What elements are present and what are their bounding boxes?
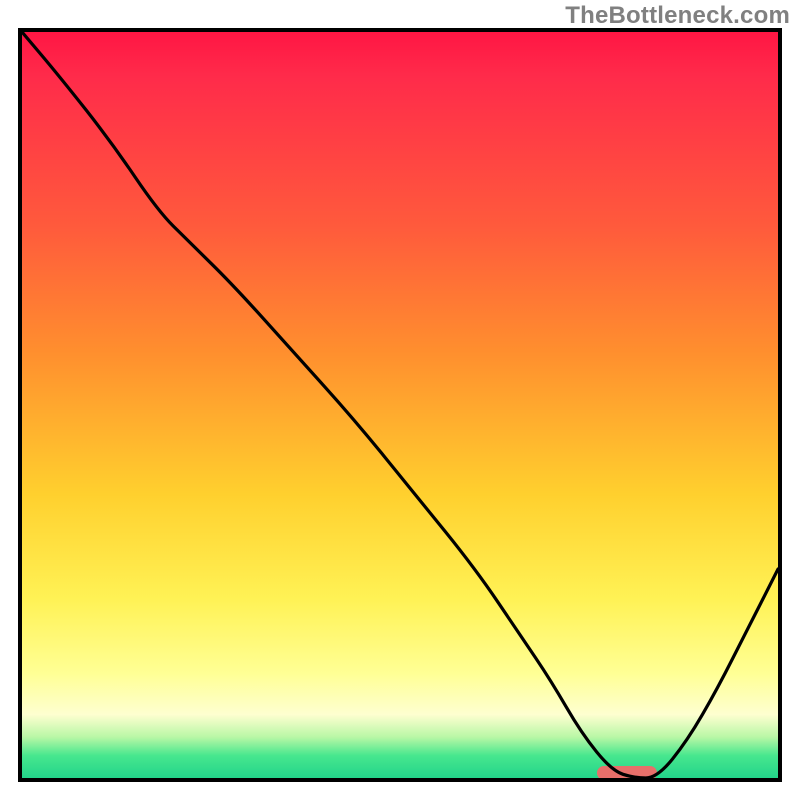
bottleneck-curve: [22, 32, 778, 778]
plot-frame: [18, 28, 782, 782]
chart-container: TheBottleneck.com: [0, 0, 800, 800]
curve-path: [22, 32, 778, 778]
watermark-text: TheBottleneck.com: [565, 2, 790, 30]
